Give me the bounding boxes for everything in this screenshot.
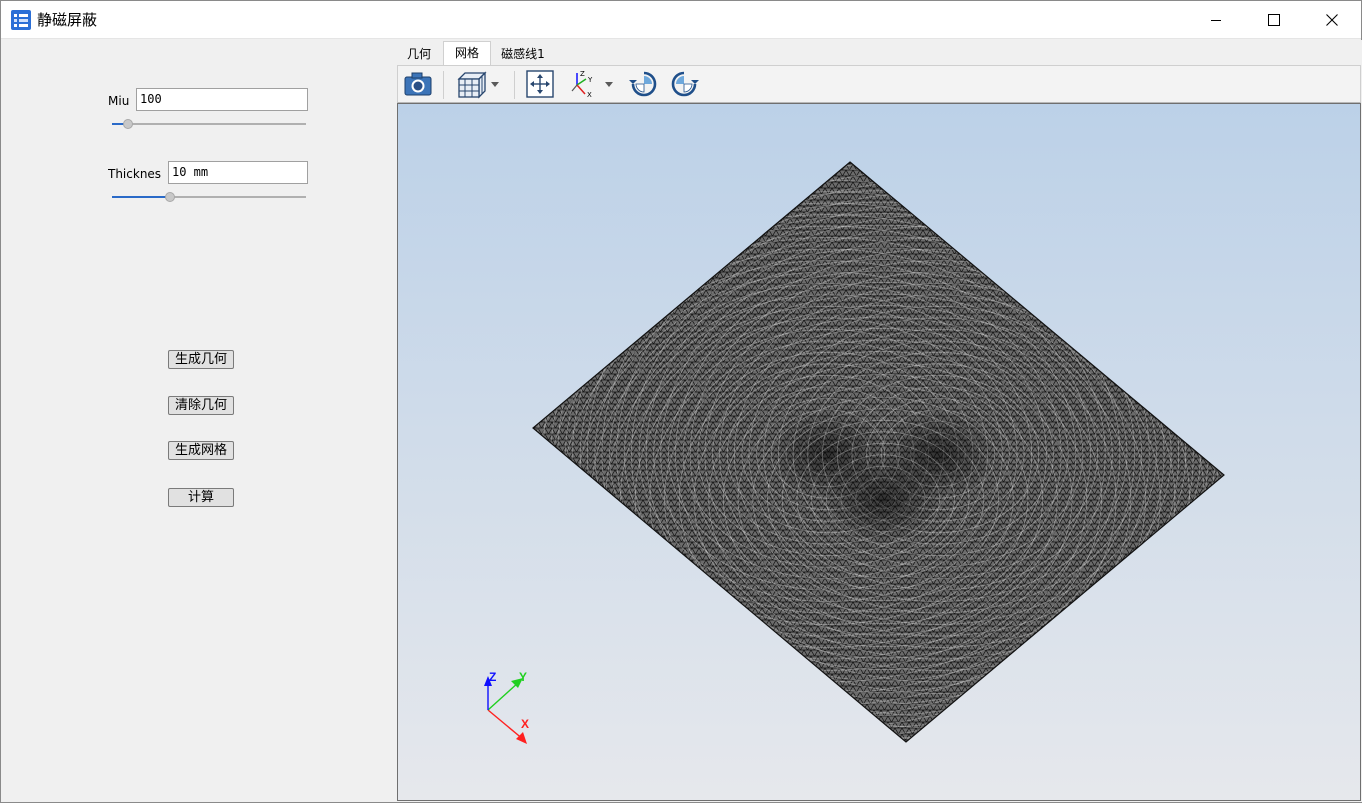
close-button[interactable] (1303, 1, 1361, 39)
z-axis-label: Z (489, 670, 496, 684)
parameter-panel: Miu 100 Thickness 10 mm 生成几何 清除几何 生成网格 计… (2, 40, 395, 802)
miu-label: Miu (108, 94, 130, 108)
miu-slider-track (112, 123, 306, 125)
y-axis-label: Y (519, 670, 527, 684)
thickness-label: Thickness (108, 167, 161, 181)
fit-view-icon (526, 70, 554, 98)
svg-text:Z: Z (580, 70, 585, 78)
toolbar-separator (514, 71, 515, 99)
minimize-icon (1211, 20, 1221, 21)
compute-button[interactable]: 计算 (168, 488, 234, 507)
tab-geometry[interactable]: 几何 (396, 43, 442, 65)
maximize-button[interactable] (1245, 1, 1303, 39)
tab-mesh[interactable]: 网格 (443, 41, 491, 66)
tab-flux-lines-1[interactable]: 磁感线1 (492, 43, 554, 65)
minimize-button[interactable] (1187, 1, 1245, 39)
view-toolbar: Z Y X (397, 65, 1361, 103)
rotate-ccw-button[interactable] (668, 69, 700, 99)
rotate-cw-button[interactable] (628, 69, 660, 99)
svg-text:X: X (587, 91, 592, 99)
generate-mesh-button[interactable]: 生成网格 (168, 441, 234, 460)
clear-geometry-button[interactable]: 清除几何 (168, 396, 234, 415)
svg-text:Y: Y (587, 76, 593, 84)
title-bar: 静磁屏蔽 (1, 1, 1361, 39)
thickness-slider-fill (112, 196, 171, 198)
miu-input[interactable]: 100 (136, 88, 308, 111)
maximize-icon (1268, 14, 1280, 26)
thickness-slider-thumb[interactable] (165, 192, 176, 202)
fit-view-button[interactable] (524, 69, 556, 99)
thickness-input[interactable]: 10 mm (168, 161, 308, 184)
axes-orientation-button[interactable]: Z Y X (568, 69, 620, 99)
view-cube-icon (457, 71, 499, 99)
app-window: 静磁屏蔽 Miu 100 Thickness 10 mm 生成几何 清除几何 生… (0, 0, 1362, 803)
mesh-dense-region (823, 454, 943, 544)
rotate-cw-icon (629, 71, 657, 97)
app-icon (11, 10, 31, 30)
window-title: 静磁屏蔽 (37, 11, 98, 29)
view-panel: 几何 网格 磁感线1 Z Y X X Y Z (396, 40, 1362, 802)
miu-slider[interactable] (112, 118, 306, 130)
x-axis-label: X (521, 717, 529, 731)
mesh-canvas[interactable]: X Y Z (398, 104, 1361, 801)
close-icon (1326, 14, 1338, 26)
screenshot-button[interactable] (402, 69, 434, 99)
rotate-ccw-icon (671, 71, 699, 97)
mesh-viewport[interactable]: X Y Z (397, 103, 1361, 801)
miu-slider-thumb[interactable] (122, 119, 133, 129)
thickness-slider[interactable] (112, 191, 306, 203)
view-cube-button[interactable] (452, 69, 504, 99)
camera-icon (404, 72, 432, 96)
toolbar-separator (443, 71, 444, 99)
chevron-down-icon (491, 82, 499, 87)
generate-geometry-button[interactable]: 生成几何 (168, 350, 234, 369)
chevron-down-icon (605, 82, 613, 87)
axes-orientation-icon: Z Y X (571, 70, 613, 99)
